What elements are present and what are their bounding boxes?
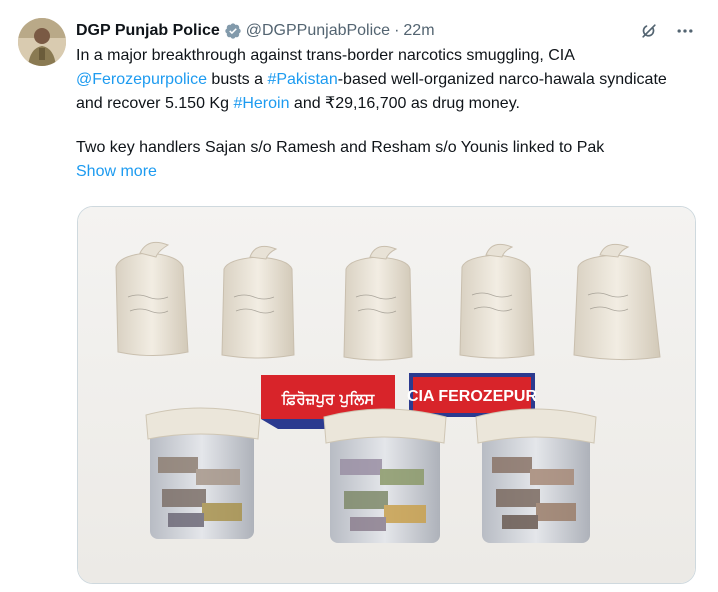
sign-left-text: ਫ਼ਿਰੋਜ਼ਪੁਰ ਪੁਲਿਸ	[281, 390, 376, 408]
sign-right-text: CIA FEROZEPUR	[407, 388, 538, 405]
hashtag-link[interactable]: #Pakistan	[267, 71, 337, 88]
tweet-media[interactable]: ਫ਼ਿਰੋਜ਼ਪੁਰ ਪੁਲਿਸ CIA FEROZEPUR	[77, 206, 696, 584]
text-segment: busts a	[206, 71, 268, 88]
cash-jar	[323, 408, 447, 543]
tweet-paragraph-1: In a major breakthrough against trans-bo…	[76, 44, 696, 116]
tweet-actions-top	[638, 20, 696, 42]
verified-badge-icon[interactable]	[224, 22, 242, 40]
hashtag-link[interactable]: #Heroin	[233, 95, 289, 112]
tweet-paragraph-2: Two key handlers Sajan s/o Ramesh and Re…	[76, 139, 605, 156]
grok-icon[interactable]	[638, 20, 660, 42]
heroin-sack	[221, 245, 295, 359]
heroin-sack	[343, 245, 413, 361]
author-avatar[interactable]	[18, 18, 66, 66]
tweet-time[interactable]: 22m	[403, 22, 434, 40]
separator-dot: ·	[394, 22, 400, 39]
avatar-image	[18, 18, 66, 66]
tweet-card[interactable]: DGP Punjab Police @DGPPunjabPolice · 22m	[0, 0, 718, 592]
tweet-text: In a major breakthrough against trans-bo…	[76, 44, 696, 184]
cash-jar	[145, 407, 261, 539]
author-name[interactable]: DGP Punjab Police	[76, 22, 220, 40]
author-handle[interactable]: @DGPPunjabPolice	[246, 22, 390, 40]
text-segment: and ₹29,16,700 as drug money.	[289, 95, 520, 112]
more-options-icon[interactable]	[674, 20, 696, 42]
cash-jar	[475, 408, 597, 543]
show-more-link[interactable]: Show more	[76, 163, 157, 180]
heroin-sack	[459, 243, 535, 359]
tweet-header: DGP Punjab Police @DGPPunjabPolice · 22m	[76, 20, 435, 42]
text-segment: In a major breakthrough against trans-bo…	[76, 47, 575, 64]
media-photo: ਫ਼ਿਰੋਜ਼ਪੁਰ ਪੁਲਿਸ CIA FEROZEPUR	[78, 207, 695, 583]
mention-link[interactable]: @Ferozepurpolice	[76, 71, 207, 88]
